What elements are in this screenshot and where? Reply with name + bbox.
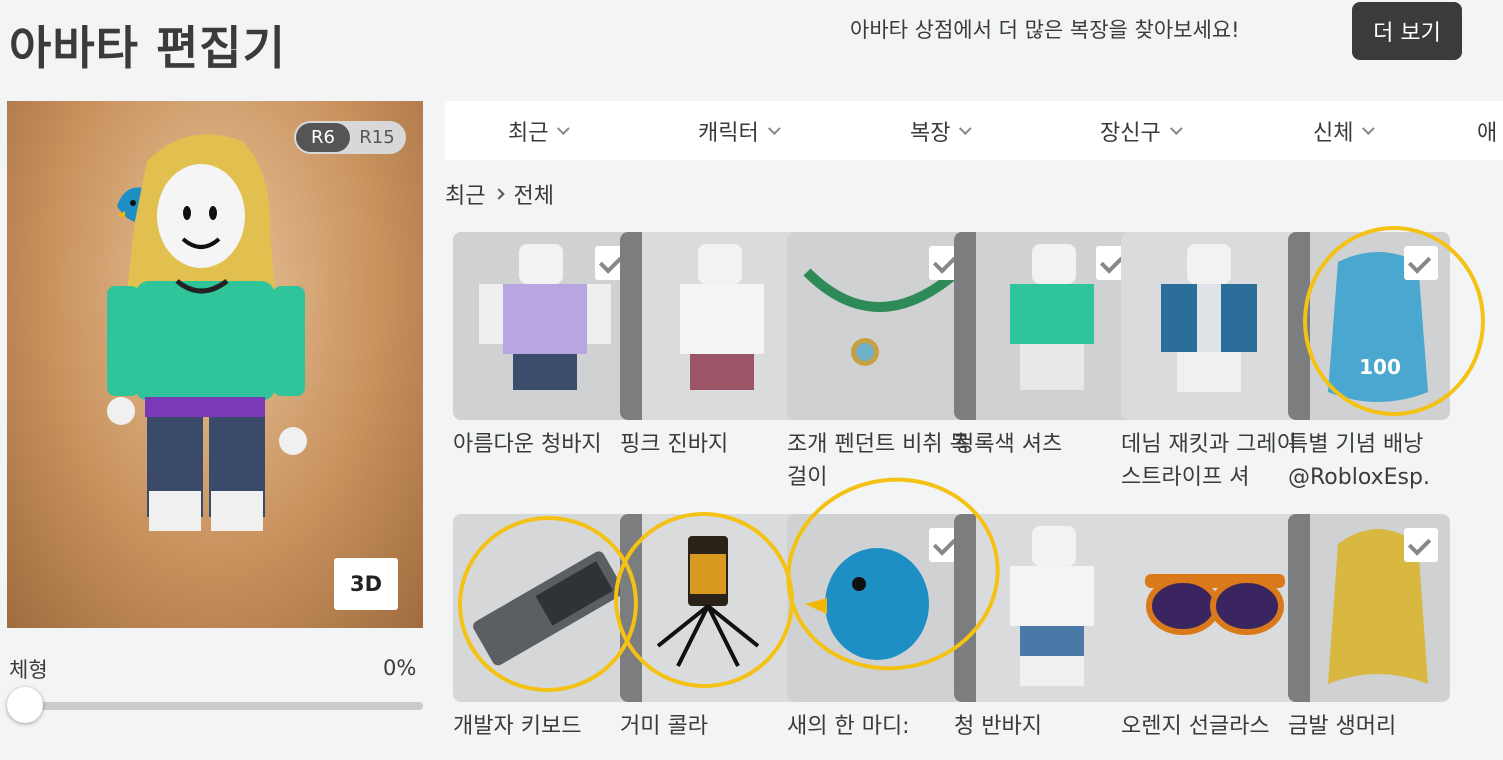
chevron-down-icon [1362,121,1376,135]
item-card[interactable]: 청록색 셔츠 [954,232,1142,457]
item-card[interactable]: 100 특별 기념 배낭 @RobloxEsp. [1288,232,1450,490]
item-card[interactable]: 핑크 진바지 [620,232,808,457]
chevron-down-icon [1169,121,1183,135]
item-card[interactable]: 개발자 키보드 [453,514,641,739]
item-card[interactable]: 데님 재킷과 그레이 스트라이프 셔 [1121,232,1309,490]
item-card[interactable]: 거미 콜라 [620,514,808,739]
tab-label: 최근 [508,121,549,146]
item-name: 핑크 진바지 [620,432,729,457]
item-name: 데님 재킷과 그레이 스트라이프 셔 [1121,432,1297,490]
view-3d-button[interactable]: 3D [334,558,398,610]
avatar-preview[interactable]: R6 R15 3D [7,101,423,628]
item-card[interactable]: 새의 한 마디: [787,514,975,739]
item-card[interactable]: 청 반바지 [954,514,1142,739]
tab-character[interactable]: 캐릭터 [698,115,781,147]
avatar-figure [107,134,307,531]
svg-text:100: 100 [1359,355,1401,379]
breadcrumb: 최근 전체 [445,178,554,210]
breadcrumb-parent[interactable]: 최근 [445,178,485,210]
body-type-slider-thumb[interactable] [7,687,43,723]
tab-animation[interactable]: 애 [1477,115,1497,147]
item-name: 금발 생머리 [1288,714,1397,739]
spider-cola-thumb[interactable] [620,514,808,702]
item-name: 아름다운 청바지 [453,432,602,457]
chevron-down-icon [767,121,781,135]
backpack-thumb[interactable]: 100 [1288,232,1450,420]
body-type-slider-track[interactable] [9,702,423,710]
tab-label: 복장 [910,121,951,146]
breadcrumb-current: 전체 [513,184,554,209]
item-name: 청 반바지 [954,714,1042,739]
tab-clothing[interactable]: 복장 [910,115,973,147]
item-name: 새의 한 마디: [787,714,910,739]
rig-toggle[interactable]: R6 R15 [294,121,406,154]
pink-jeans-thumb[interactable] [620,232,808,420]
checkmark-icon[interactable] [1404,246,1438,280]
page-title: 아바타 편집기 [9,21,286,75]
item-card[interactable]: 조개 펜던트 비취 목걸이 [787,232,975,490]
chevron-down-icon [557,121,571,135]
tab-label: 애 [1477,121,1498,146]
blonde-hair-thumb[interactable] [1288,514,1450,702]
item-name: 조개 펜던트 비취 목걸이 [787,432,970,490]
denim-jacket-thumb[interactable] [1121,232,1309,420]
rig-option-r6[interactable]: R6 [296,123,350,152]
keyboard-thumb[interactable] [453,514,641,702]
more-button[interactable]: 더 보기 [1352,2,1462,60]
body-type-label: 체형 [9,658,48,682]
item-card[interactable]: 금발 생머리 [1288,514,1450,739]
promo-text: 아바타 상점에서 더 많은 복장을 찾아보세요! [850,18,1240,42]
item-title: 특별 기념 배낭 [1288,432,1424,457]
jeans-outfit-thumb[interactable] [453,232,641,420]
item-name: 오렌지 선글라스 [1121,714,1270,739]
category-tabbar: 최근 캐릭터 복장 장신구 신체 애 [445,101,1503,160]
item-card[interactable]: 아름다운 청바지 [453,232,641,457]
item-creator[interactable]: @RobloxEsp. [1288,465,1430,490]
tab-label: 캐릭터 [698,121,759,146]
chevron-down-icon [959,121,973,135]
shorts-thumb[interactable] [954,514,1142,702]
checkmark-icon[interactable] [1404,528,1438,562]
tab-label: 장신구 [1100,121,1161,146]
item-name: 개발자 키보드 [453,714,582,739]
tab-recent[interactable]: 최근 [508,115,571,147]
blue-bird-thumb[interactable] [787,514,975,702]
item-card[interactable]: 오렌지 선글라스 [1121,514,1309,739]
chevron-right-icon [493,188,506,200]
rig-option-r15[interactable]: R15 [350,123,404,152]
jade-necklace-thumb[interactable] [787,232,975,420]
item-name: 청록색 셔츠 [954,432,1063,457]
tab-label: 신체 [1313,121,1354,146]
sunglasses-thumb[interactable] [1121,514,1309,702]
tab-accessories[interactable]: 장신구 [1100,115,1183,147]
item-name: 특별 기념 배낭 @RobloxEsp. [1288,428,1478,494]
item-name: 거미 콜라 [620,714,708,739]
teal-shirt-thumb[interactable] [954,232,1142,420]
body-type-value: 0% [383,656,417,680]
tab-body[interactable]: 신체 [1313,115,1376,147]
